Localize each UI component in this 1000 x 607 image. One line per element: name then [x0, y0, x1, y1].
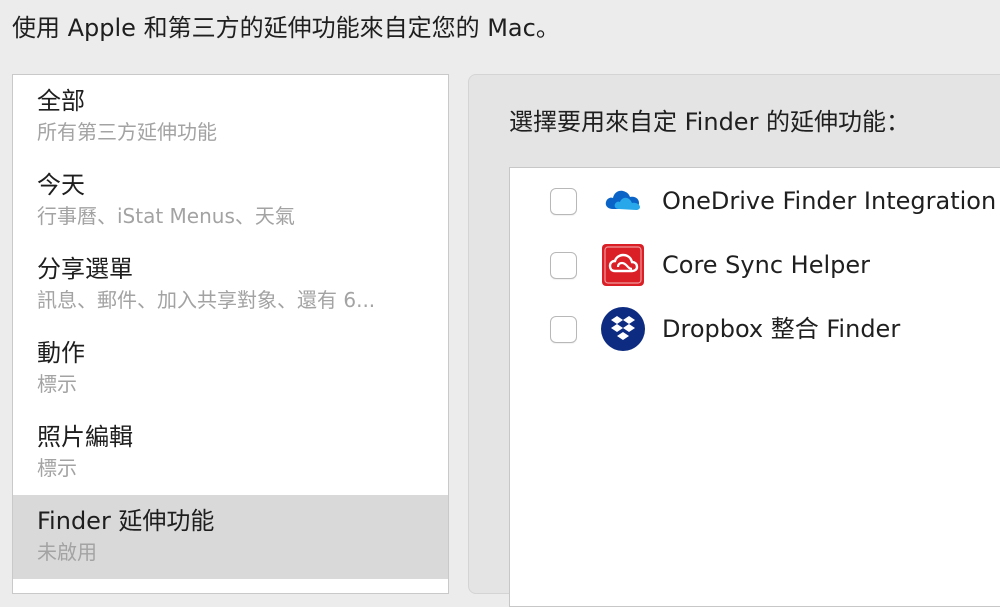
- category-actions[interactable]: 動作 標示: [13, 327, 448, 411]
- panel-title: 選擇要用來自定 Finder 的延伸功能：: [509, 108, 911, 136]
- onedrive-checkbox[interactable]: [550, 188, 577, 215]
- category-title: 今天: [37, 171, 85, 199]
- category-today[interactable]: 今天 行事曆、iStat Menus、天氣: [13, 159, 448, 243]
- extension-category-list[interactable]: 全部 所有第三方延伸功能 今天 行事曆、iStat Menus、天氣 分享選單 …: [12, 74, 449, 594]
- extension-label: Dropbox 整合 Finder: [662, 315, 901, 343]
- category-subtitle: 行事曆、iStat Menus、天氣: [37, 204, 295, 228]
- category-title: Finder 延伸功能: [37, 507, 215, 535]
- extension-label: Core Sync Helper: [662, 251, 870, 279]
- finder-extensions-panel: 選擇要用來自定 Finder 的延伸功能： OneDrive Finder In…: [468, 74, 1000, 607]
- category-title: 全部: [37, 87, 85, 115]
- category-subtitle: 標示: [37, 372, 77, 396]
- preferences-description: 使用 Apple 和第三方的延伸功能來自定您的 Mac。: [12, 14, 560, 42]
- dropbox-checkbox[interactable]: [550, 316, 577, 343]
- extension-label: OneDrive Finder Integration: [662, 187, 997, 215]
- category-photos-editing[interactable]: 照片編輯 標示: [13, 411, 448, 495]
- onedrive-cloud-icon: [605, 190, 640, 210]
- category-subtitle: 未啟用: [37, 540, 97, 564]
- category-subtitle: 所有第三方延伸功能: [37, 120, 217, 144]
- category-title: 動作: [37, 339, 85, 367]
- adobe-creative-cloud-icon: [602, 244, 644, 286]
- category-subtitle: 標示: [37, 456, 77, 480]
- category-title: 照片編輯: [37, 423, 133, 451]
- category-finder-extensions[interactable]: Finder 延伸功能 未啟用: [13, 495, 448, 579]
- extension-row-onedrive[interactable]: OneDrive Finder Integration: [510, 178, 1000, 228]
- extension-list[interactable]: OneDrive Finder Integration Core Sync He…: [509, 167, 1000, 607]
- dropbox-icon: [601, 307, 645, 351]
- extension-row-core-sync[interactable]: Core Sync Helper: [510, 242, 1000, 292]
- category-share-menu[interactable]: 分享選單 訊息、郵件、加入共享對象、還有 6...: [13, 243, 448, 327]
- extension-row-dropbox[interactable]: Dropbox 整合 Finder: [510, 306, 1000, 356]
- category-title: 分享選單: [37, 255, 133, 283]
- category-all[interactable]: 全部 所有第三方延伸功能: [13, 75, 448, 159]
- core-sync-checkbox[interactable]: [550, 252, 577, 279]
- category-subtitle: 訊息、郵件、加入共享對象、還有 6...: [37, 288, 376, 312]
